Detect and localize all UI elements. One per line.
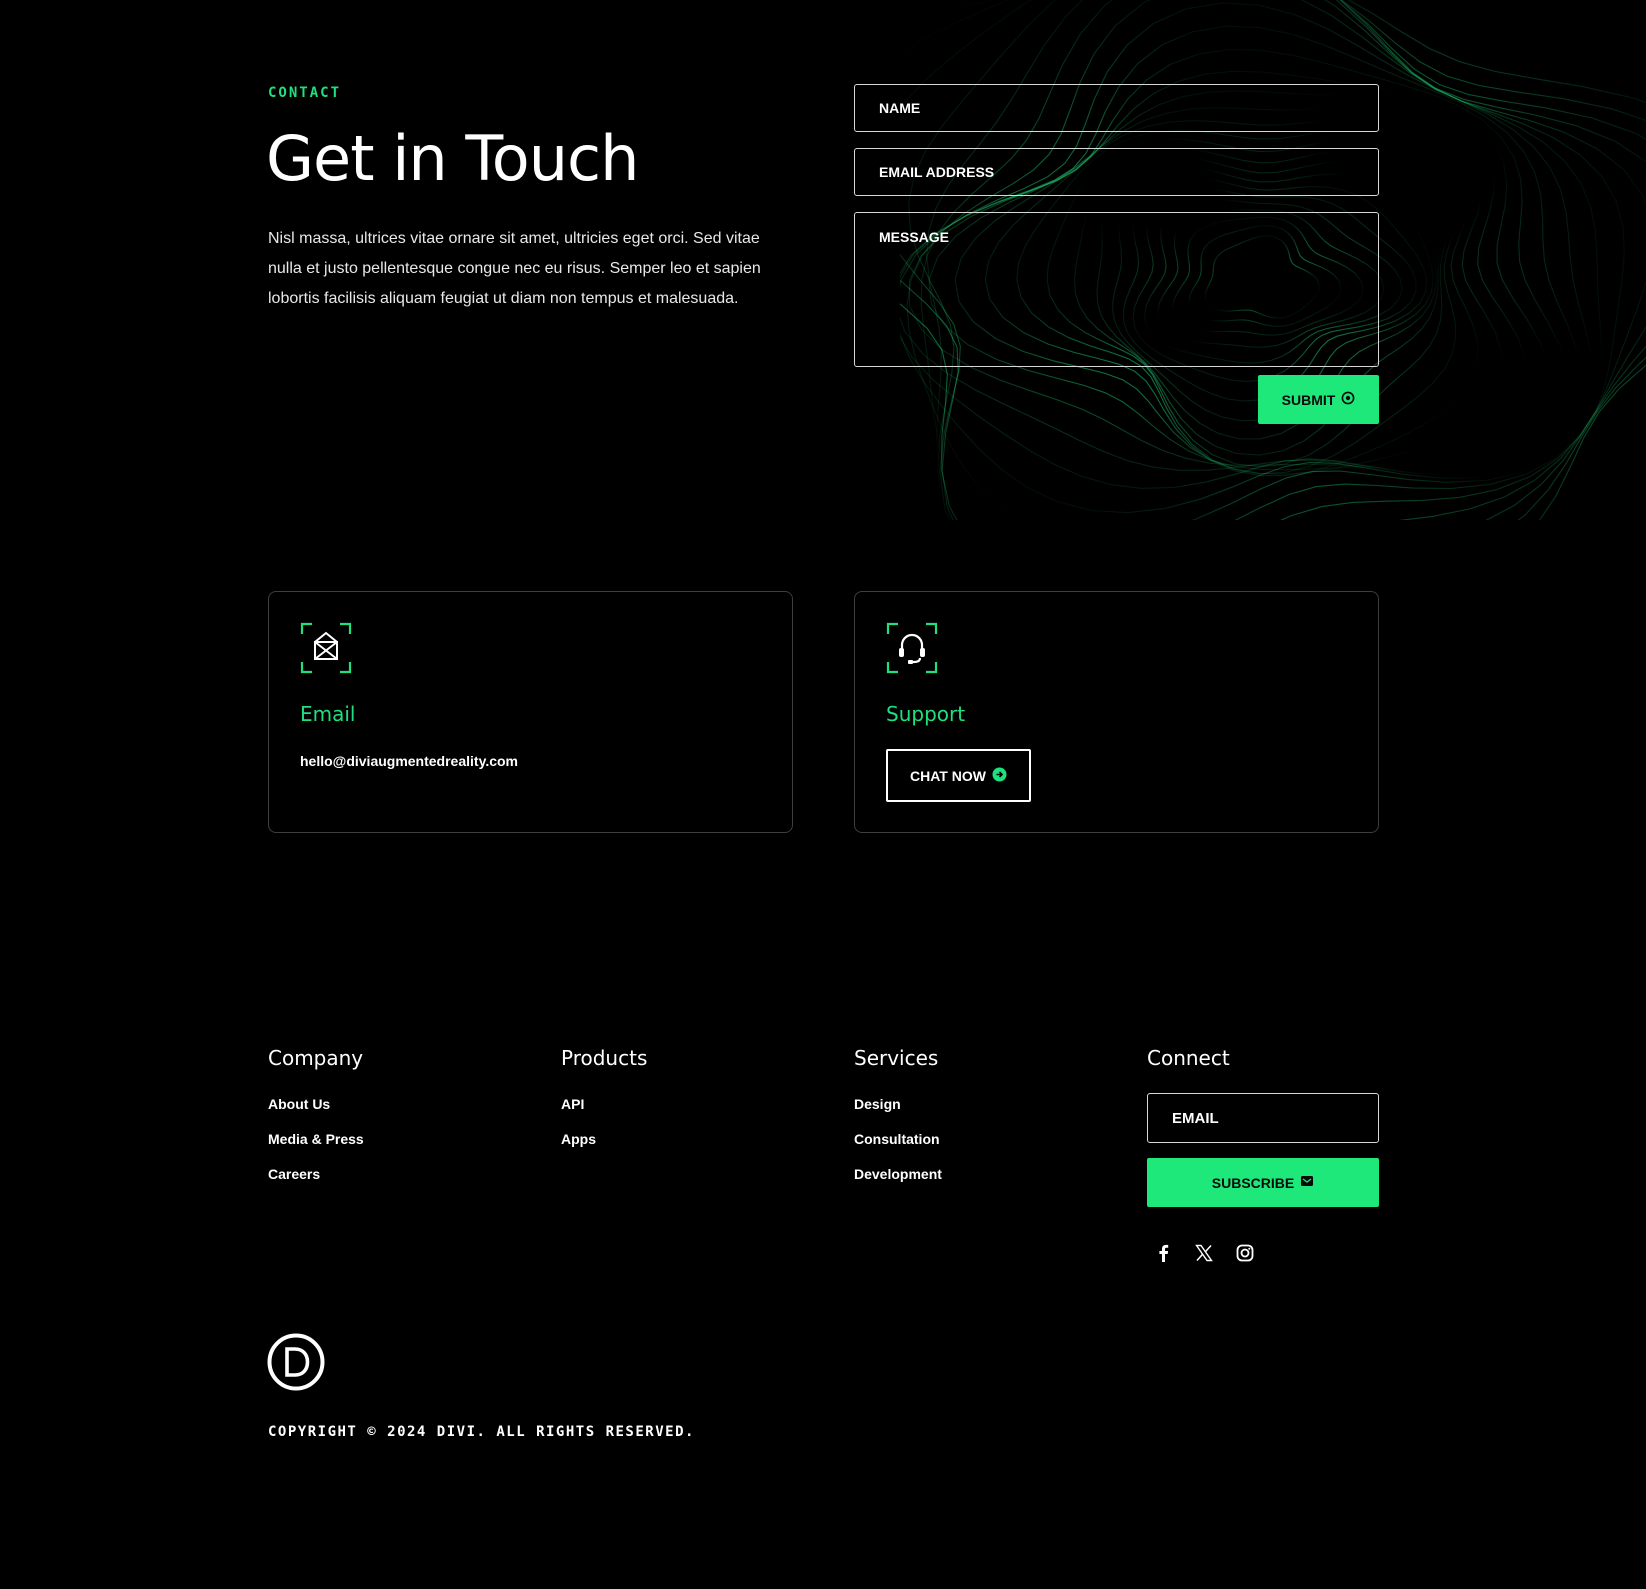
email-address-text[interactable]: hello@diviaugmentedreality.com xyxy=(300,753,518,769)
support-card: Support CHAT NOW xyxy=(854,591,1379,833)
email-address-input[interactable] xyxy=(854,148,1379,196)
x-icon[interactable] xyxy=(1193,1242,1215,1264)
headset-icon xyxy=(886,622,938,674)
message-textarea[interactable] xyxy=(854,212,1379,367)
copyright-text: COPYRIGHT © 2024 DIVI. ALL RIGHTS RESERV… xyxy=(268,1424,695,1440)
divi-logo[interactable] xyxy=(267,1333,325,1391)
support-card-title: Support xyxy=(886,702,966,726)
envelope-open-icon xyxy=(1300,1174,1314,1191)
submit-button[interactable]: SUBMIT xyxy=(1258,375,1379,424)
footer-link-development[interactable]: Development xyxy=(854,1166,942,1182)
instagram-icon[interactable] xyxy=(1234,1242,1256,1264)
page-title: Get in Touch xyxy=(266,122,639,195)
footer-link-api[interactable]: API xyxy=(561,1096,584,1112)
footer-connect: Connect xyxy=(1147,1046,1230,1094)
footer-link-consultation[interactable]: Consultation xyxy=(854,1131,940,1147)
footer-products: Products API Apps xyxy=(561,1046,647,1164)
facebook-icon[interactable] xyxy=(1152,1242,1174,1264)
footer-link-media-press[interactable]: Media & Press xyxy=(268,1131,364,1147)
subscribe-label: SUBSCRIBE xyxy=(1211,1174,1295,1191)
chat-now-button[interactable]: CHAT NOW xyxy=(886,749,1031,802)
footer-services: Services Design Consultation Development xyxy=(854,1046,942,1199)
footer-company-title: Company xyxy=(268,1046,364,1070)
envelope-icon xyxy=(300,622,352,674)
footer-products-title: Products xyxy=(561,1046,648,1070)
circle-dot-icon xyxy=(1341,391,1355,408)
footer-company: Company About Us Media & Press Careers xyxy=(268,1046,364,1199)
name-input[interactable] xyxy=(854,84,1379,132)
footer-connect-title: Connect xyxy=(1147,1046,1230,1070)
arrow-circle-right-icon xyxy=(992,767,1007,785)
intro-text: Nisl massa, ultrices vitae ornare sit am… xyxy=(268,230,761,307)
email-card: Email hello@diviaugmentedreality.com xyxy=(268,591,793,833)
footer-services-title: Services xyxy=(854,1046,939,1070)
email-card-title: Email xyxy=(300,702,356,726)
footer-link-about-us[interactable]: About Us xyxy=(268,1096,330,1112)
submit-label: SUBMIT xyxy=(1281,391,1336,408)
footer-link-apps[interactable]: Apps xyxy=(561,1131,596,1147)
footer-link-careers[interactable]: Careers xyxy=(268,1166,320,1182)
eyebrow: CONTACT xyxy=(268,85,342,101)
footer-link-design[interactable]: Design xyxy=(854,1096,901,1112)
newsletter-email-input[interactable] xyxy=(1147,1093,1379,1143)
subscribe-button[interactable]: SUBSCRIBE xyxy=(1147,1158,1379,1207)
chat-now-label: CHAT NOW xyxy=(910,767,986,784)
